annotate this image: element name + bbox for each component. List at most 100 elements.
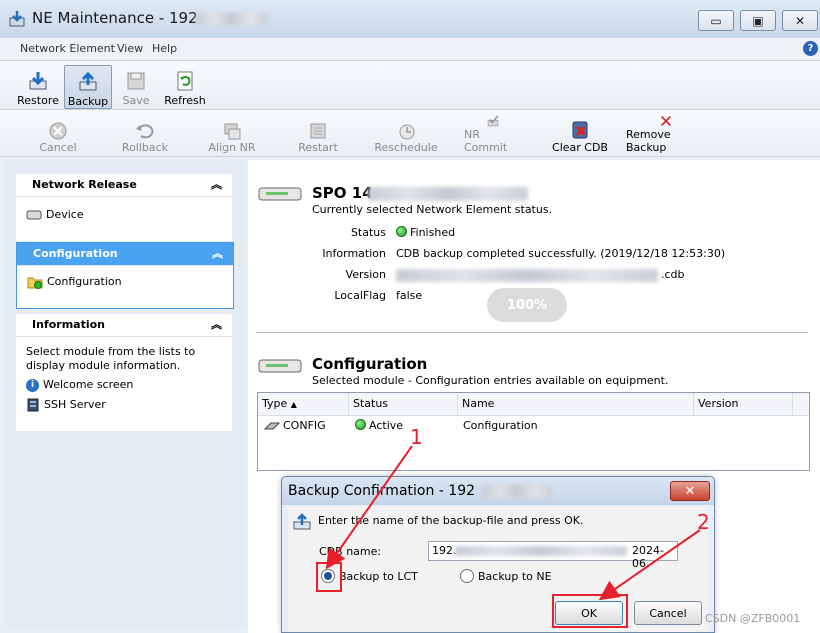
col-status[interactable]: Status bbox=[349, 393, 458, 415]
cdb-name-label: CDB name: bbox=[319, 545, 382, 558]
dialog-close-button[interactable]: ✕ bbox=[670, 481, 710, 501]
redacted-text bbox=[482, 485, 552, 497]
reschedule-button[interactable]: Reschedule bbox=[374, 114, 438, 154]
window-title: NE Maintenance - 192 bbox=[32, 9, 198, 27]
table-row[interactable]: CONFIG Active Configuration bbox=[258, 417, 809, 437]
annotation-label-2: 2 bbox=[697, 510, 710, 534]
nav-item-configuration[interactable]: Configuration bbox=[17, 272, 233, 292]
configuration-module-icon bbox=[258, 359, 302, 373]
reschedule-label: Reschedule bbox=[374, 141, 438, 154]
progress-indicator: 100% bbox=[487, 288, 567, 322]
information-body: Select module from the lists to display … bbox=[16, 336, 232, 431]
col-name[interactable]: Name bbox=[458, 393, 694, 415]
menu-view[interactable]: View bbox=[117, 42, 143, 55]
align-nr-label: Align NR bbox=[208, 141, 256, 154]
cell-status: Active bbox=[355, 419, 403, 432]
nr-commit-button[interactable]: NR Commit bbox=[464, 114, 522, 154]
reschedule-icon bbox=[399, 124, 415, 140]
save-button[interactable]: Save bbox=[116, 65, 156, 107]
main-toolbar: Restore Backup Save Refresh bbox=[0, 61, 820, 110]
cancel-action-label: Cancel bbox=[39, 141, 77, 154]
backup-to-ne-option[interactable]: Backup to NE bbox=[460, 569, 552, 583]
configuration-title: Configuration bbox=[33, 247, 118, 260]
clear-cdb-button[interactable]: Clear CDB bbox=[552, 114, 608, 154]
cell-name: Configuration bbox=[463, 419, 538, 432]
annotation-box-2 bbox=[552, 594, 628, 628]
configuration-header[interactable]: Configuration ︽ bbox=[17, 243, 233, 265]
remove-backup-label: Remove Backup bbox=[626, 128, 671, 154]
nav-item-ssh-server[interactable]: SSH Server bbox=[16, 395, 232, 415]
redacted-text bbox=[396, 269, 658, 282]
rollback-button[interactable]: Rollback bbox=[120, 114, 170, 154]
nav-item-welcome-screen[interactable]: i Welcome screen bbox=[16, 375, 232, 395]
refresh-label: Refresh bbox=[164, 94, 206, 107]
device-icon bbox=[26, 210, 42, 220]
col-type[interactable]: Type ▲ bbox=[258, 393, 349, 415]
cdb-name-value-start: 192. bbox=[432, 544, 457, 557]
restore-button[interactable]: Restore bbox=[14, 65, 62, 107]
remove-backup-button[interactable]: Remove Backup bbox=[626, 114, 706, 154]
information-header[interactable]: Information ︽ bbox=[16, 314, 232, 336]
localflag-value: false bbox=[396, 289, 423, 302]
maximize-button[interactable]: ▣ bbox=[740, 10, 776, 31]
welcome-screen-label: Welcome screen bbox=[43, 378, 134, 391]
information-value: CDB backup completed successfully. (2019… bbox=[396, 247, 726, 260]
nav-item-device[interactable]: Device bbox=[16, 205, 232, 225]
col-version[interactable]: Version bbox=[694, 393, 793, 415]
active-status-icon bbox=[355, 419, 366, 430]
backup-to-ne-radio[interactable] bbox=[460, 569, 474, 583]
localflag-label: LocalFlag bbox=[334, 289, 386, 302]
refresh-button[interactable]: Refresh bbox=[162, 65, 208, 107]
nr-commit-icon bbox=[487, 115, 499, 127]
configuration-panel: Configuration ︽ Configuration bbox=[16, 242, 234, 309]
annotation-label-1: 1 bbox=[410, 425, 423, 449]
align-nr-button[interactable]: Align NR bbox=[206, 114, 258, 154]
configuration-subtitle: Selected module - Configuration entries … bbox=[312, 374, 669, 387]
annotation-box-1 bbox=[316, 562, 342, 592]
cell-type: CONFIG bbox=[264, 419, 326, 432]
save-icon bbox=[127, 72, 145, 90]
network-element-icon bbox=[258, 187, 302, 201]
ne-name: SPO 14 bbox=[312, 184, 373, 202]
refresh-icon bbox=[177, 71, 193, 91]
cancel-action-button[interactable]: Cancel bbox=[34, 114, 82, 154]
status-text: Finished bbox=[410, 226, 456, 239]
left-navigation-pane: Network Release ︽ Device Configuration ︽ C… bbox=[6, 160, 246, 628]
backup-confirmation-dialog: Backup Confirmation - 192 ✕ Enter the na… bbox=[281, 476, 715, 633]
information-title: Information bbox=[32, 318, 105, 331]
cdb-name-input[interactable]: 192. 2024-06 bbox=[428, 541, 678, 570]
device-label: Device bbox=[46, 208, 84, 221]
cell-type-text: CONFIG bbox=[283, 419, 326, 432]
backup-label: Backup bbox=[67, 95, 109, 108]
restart-label: Restart bbox=[298, 141, 338, 154]
backup-to-ne-label: Backup to NE bbox=[478, 569, 552, 583]
cancel-button[interactable]: Cancel bbox=[634, 601, 702, 625]
information-panel: Information ︽ Select module from the list… bbox=[16, 314, 232, 431]
rollback-icon bbox=[136, 124, 154, 139]
backup-icon bbox=[79, 71, 97, 91]
information-label: Information bbox=[322, 247, 386, 260]
restart-button[interactable]: Restart bbox=[294, 114, 342, 154]
backup-button[interactable]: Backup bbox=[64, 65, 112, 109]
collapse-icon[interactable]: ︽ bbox=[211, 314, 222, 336]
clear-cdb-icon bbox=[572, 121, 588, 139]
help-icon[interactable]: ? bbox=[803, 41, 818, 56]
ne-subtitle: Currently selected Network Element statu… bbox=[312, 203, 553, 216]
dialog-message: Enter the name of the backup-file and pr… bbox=[318, 514, 584, 527]
config-file-icon bbox=[264, 422, 280, 429]
collapse-icon[interactable]: ︽ bbox=[212, 243, 223, 265]
close-window-button[interactable]: ✕ bbox=[782, 10, 818, 31]
backup-to-lct-label: Backup to LCT bbox=[339, 569, 418, 583]
cancel-icon bbox=[49, 122, 67, 140]
server-icon bbox=[27, 398, 39, 412]
menu-network-element[interactable]: Network Element bbox=[20, 42, 115, 55]
maximize-icon: ▣ bbox=[752, 13, 764, 28]
folder-config-icon bbox=[27, 277, 43, 289]
minimize-button[interactable]: ▭ bbox=[698, 10, 734, 31]
version-value: .cdb bbox=[661, 268, 685, 281]
collapse-icon[interactable]: ︽ bbox=[211, 174, 222, 196]
save-label: Save bbox=[122, 94, 150, 107]
menu-help[interactable]: Help bbox=[152, 42, 177, 55]
close-icon: ✕ bbox=[794, 13, 806, 28]
network-release-header[interactable]: Network Release ︽ bbox=[16, 174, 232, 196]
